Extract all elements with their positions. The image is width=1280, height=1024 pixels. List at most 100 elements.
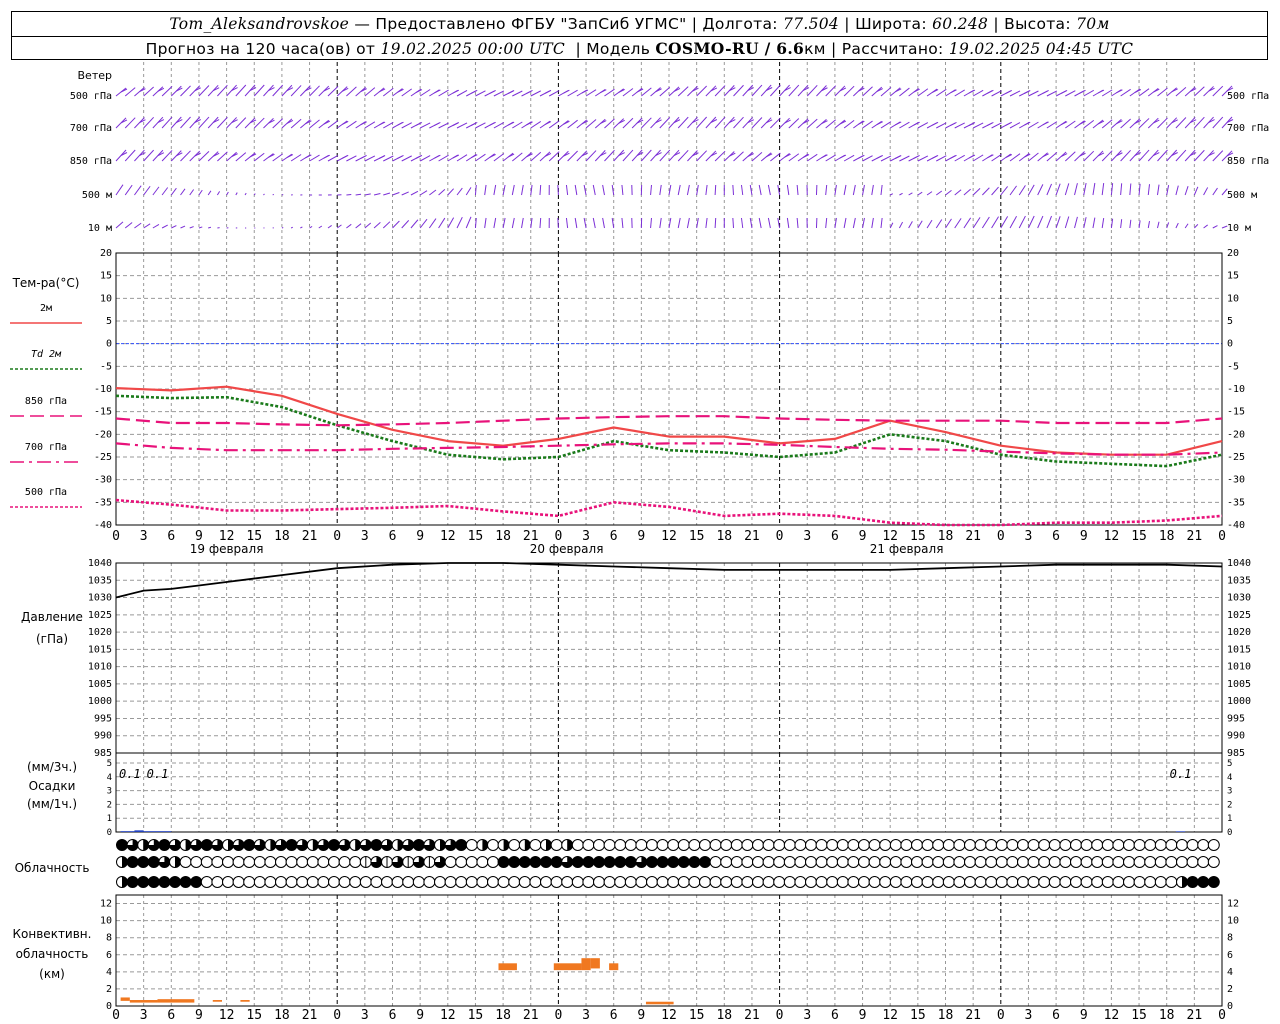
wind-barb-staff bbox=[613, 118, 625, 129]
cloud-symbol bbox=[158, 876, 171, 888]
cloud-symbol bbox=[1048, 839, 1061, 851]
cloud-symbol bbox=[1154, 876, 1167, 888]
wind-barb-feather bbox=[397, 121, 404, 126]
cloud-symbol bbox=[858, 876, 870, 888]
wind-barb-staff bbox=[806, 84, 818, 97]
cloud-symbol bbox=[540, 876, 552, 888]
wind-barb-feather bbox=[1079, 89, 1086, 94]
cloud-symbol bbox=[275, 876, 287, 888]
temp-y-tick: -10 bbox=[94, 384, 112, 395]
wind-barb-staff bbox=[899, 192, 903, 196]
wind-barb-staff bbox=[180, 85, 191, 97]
cloud-symbol bbox=[995, 876, 1008, 888]
cloud-symbol bbox=[603, 856, 616, 868]
cloud-symbol bbox=[932, 876, 945, 888]
cloud-symbol bbox=[603, 876, 616, 888]
cloud-symbol bbox=[1017, 839, 1029, 851]
cloud-symbol bbox=[306, 876, 319, 888]
conv-x-tick: 6 bbox=[389, 1008, 397, 1023]
wind-barb-staff bbox=[392, 191, 400, 196]
cloud-symbol bbox=[974, 839, 987, 851]
cloud-symbol bbox=[1048, 856, 1061, 868]
wind-barb-staff bbox=[124, 222, 133, 229]
temp-x-tick: 6 bbox=[167, 529, 175, 544]
wind-barb-staff bbox=[383, 121, 394, 129]
wind-level-label: 500 гПа bbox=[70, 91, 112, 102]
wind-barb-staff bbox=[180, 150, 191, 162]
cloud-symbol bbox=[762, 876, 775, 888]
temp-y-tick-right: -20 bbox=[1227, 429, 1245, 440]
wind-barb-staff bbox=[1009, 185, 1017, 196]
cloud-symbol bbox=[147, 856, 160, 868]
wind-barb-staff bbox=[1074, 120, 1085, 129]
wind-barb-staff bbox=[751, 117, 763, 129]
wind-barb-staff bbox=[972, 217, 981, 229]
wind-barb-staff bbox=[767, 184, 771, 196]
temp-x-tick: 12 bbox=[1104, 529, 1120, 544]
wind-barb-staff bbox=[253, 84, 265, 97]
wind-barb-staff bbox=[198, 116, 210, 129]
wind-barb-staff bbox=[733, 84, 744, 97]
wind-barb-staff bbox=[382, 221, 391, 229]
wind-barb-staff bbox=[760, 117, 772, 129]
wind-barb-staff bbox=[235, 117, 247, 129]
wind-barb-staff bbox=[143, 223, 151, 229]
conv-x-tick: 12 bbox=[661, 1008, 677, 1023]
temp-x-tick: 15 bbox=[1131, 529, 1147, 544]
wind-barb-staff bbox=[456, 122, 468, 129]
cloud-symbol bbox=[455, 876, 468, 888]
wind-barb-staff bbox=[796, 217, 799, 229]
conv-y-tick: 6 bbox=[106, 950, 112, 961]
wind-barb-feather bbox=[968, 154, 976, 159]
conv-bar bbox=[609, 963, 619, 971]
cloud-symbol bbox=[911, 839, 923, 851]
wind-barb-staff bbox=[410, 219, 419, 229]
wind-barb-staff bbox=[475, 122, 486, 129]
wind-barb-staff bbox=[786, 184, 790, 196]
cloud-symbol bbox=[359, 876, 372, 888]
wind-barb-staff bbox=[346, 223, 352, 229]
cloud-symbol bbox=[826, 856, 839, 868]
conv-bar bbox=[212, 1000, 222, 1002]
temp-x-tick: 21 bbox=[744, 529, 760, 544]
cloud-symbol bbox=[455, 856, 468, 868]
wind-barb-staff bbox=[521, 217, 524, 229]
wind-barb-staff bbox=[991, 90, 1002, 97]
wind-barb-staff bbox=[530, 184, 533, 196]
cloud-symbol bbox=[126, 856, 139, 868]
temp-legend-label: 700 гПа bbox=[25, 442, 67, 453]
wind-barb-staff bbox=[502, 152, 514, 162]
wind-barb-staff bbox=[1064, 216, 1070, 229]
wind-barb-staff bbox=[1193, 224, 1199, 229]
wind-barb-feather bbox=[452, 89, 460, 94]
wind-barb-staff bbox=[456, 216, 463, 229]
wind-barb-staff bbox=[161, 86, 173, 97]
wind-barb-staff bbox=[1193, 186, 1199, 196]
conv-x-tick: 3 bbox=[361, 1008, 369, 1023]
conv-x-tick: 0 bbox=[333, 1008, 341, 1023]
cloud-symbol bbox=[646, 856, 658, 868]
wind-barb-feather bbox=[305, 154, 312, 159]
cloud-symbol bbox=[1059, 876, 1072, 888]
wind-barb-staff bbox=[1009, 90, 1021, 97]
wind-barb-staff bbox=[511, 217, 515, 229]
cloud-symbol bbox=[317, 856, 330, 868]
cloud-symbol bbox=[476, 876, 489, 888]
temp-y-tick: 0 bbox=[106, 339, 112, 350]
wind-barb-feather bbox=[526, 121, 533, 126]
cloud-symbol bbox=[1165, 876, 1178, 888]
temp-y-tick: -5 bbox=[100, 361, 112, 372]
wind-barb-feather bbox=[913, 121, 920, 126]
wind-barb-feather bbox=[415, 121, 423, 126]
cloud-symbol bbox=[805, 839, 817, 851]
wind-barb-feather bbox=[489, 121, 496, 126]
cloud-symbol bbox=[264, 876, 277, 888]
wind-barb-staff bbox=[548, 151, 560, 162]
cloud-symbol bbox=[752, 876, 764, 888]
wind-barb-staff bbox=[401, 155, 412, 162]
wind-barb-staff bbox=[290, 226, 293, 229]
wind-barb-staff bbox=[198, 85, 210, 97]
cloud-symbol bbox=[1197, 856, 1210, 868]
cloud-symbol bbox=[709, 839, 722, 851]
cloud-symbol bbox=[1176, 839, 1188, 851]
